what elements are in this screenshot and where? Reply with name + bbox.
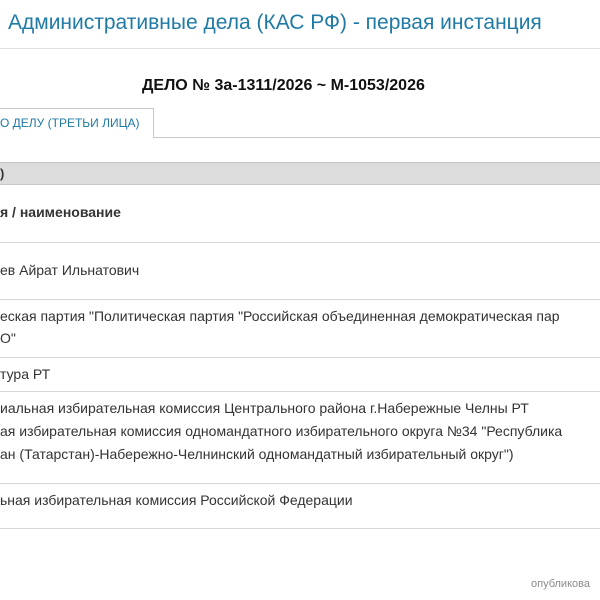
page-title: Административные дела (КАС РФ) - первая … (8, 11, 542, 34)
title-divider (0, 48, 600, 49)
table-row: еская партия "Политическая партия "Росси… (0, 300, 600, 358)
table-row: иальная избирательная комиссия Центральн… (0, 392, 600, 484)
tab-third-parties[interactable]: О ДЕЛУ (ТРЕТЬИ ЛИЦА) (0, 108, 154, 138)
column-header-row: я / наименование (0, 185, 600, 243)
row-text-line: иальная избирательная комиссия Центральн… (0, 400, 529, 416)
table-row: ьная избирательная комиссия Российской Ф… (0, 484, 600, 529)
row-text-line: тура РТ (0, 366, 51, 382)
row-text-line: О" (0, 330, 16, 346)
participants-table: ) я / наименование ев Айрат Ильнатович е… (0, 162, 600, 544)
case-number-heading: ДЕЛО № 3а-1311/2026 ~ М-1053/2026 (142, 77, 425, 94)
section-header: ) (0, 162, 600, 185)
row-text-line: ев Айрат Ильнатович (0, 262, 140, 278)
row-text-line: ьная избирательная комиссия Российской Ф… (0, 492, 353, 508)
row-text-line: еская партия "Политическая партия "Росси… (0, 308, 560, 324)
row-text-line: ая избирательная комиссия одномандатного… (0, 423, 563, 439)
column-header-name: я / наименование (0, 204, 121, 220)
row-text-line: ан (Татарстан)-Набережно-Челнинский одно… (0, 446, 514, 462)
published-note: опубликова (531, 578, 590, 590)
table-row: тура РТ (0, 358, 600, 392)
table-row: ев Айрат Ильнатович (0, 243, 600, 300)
